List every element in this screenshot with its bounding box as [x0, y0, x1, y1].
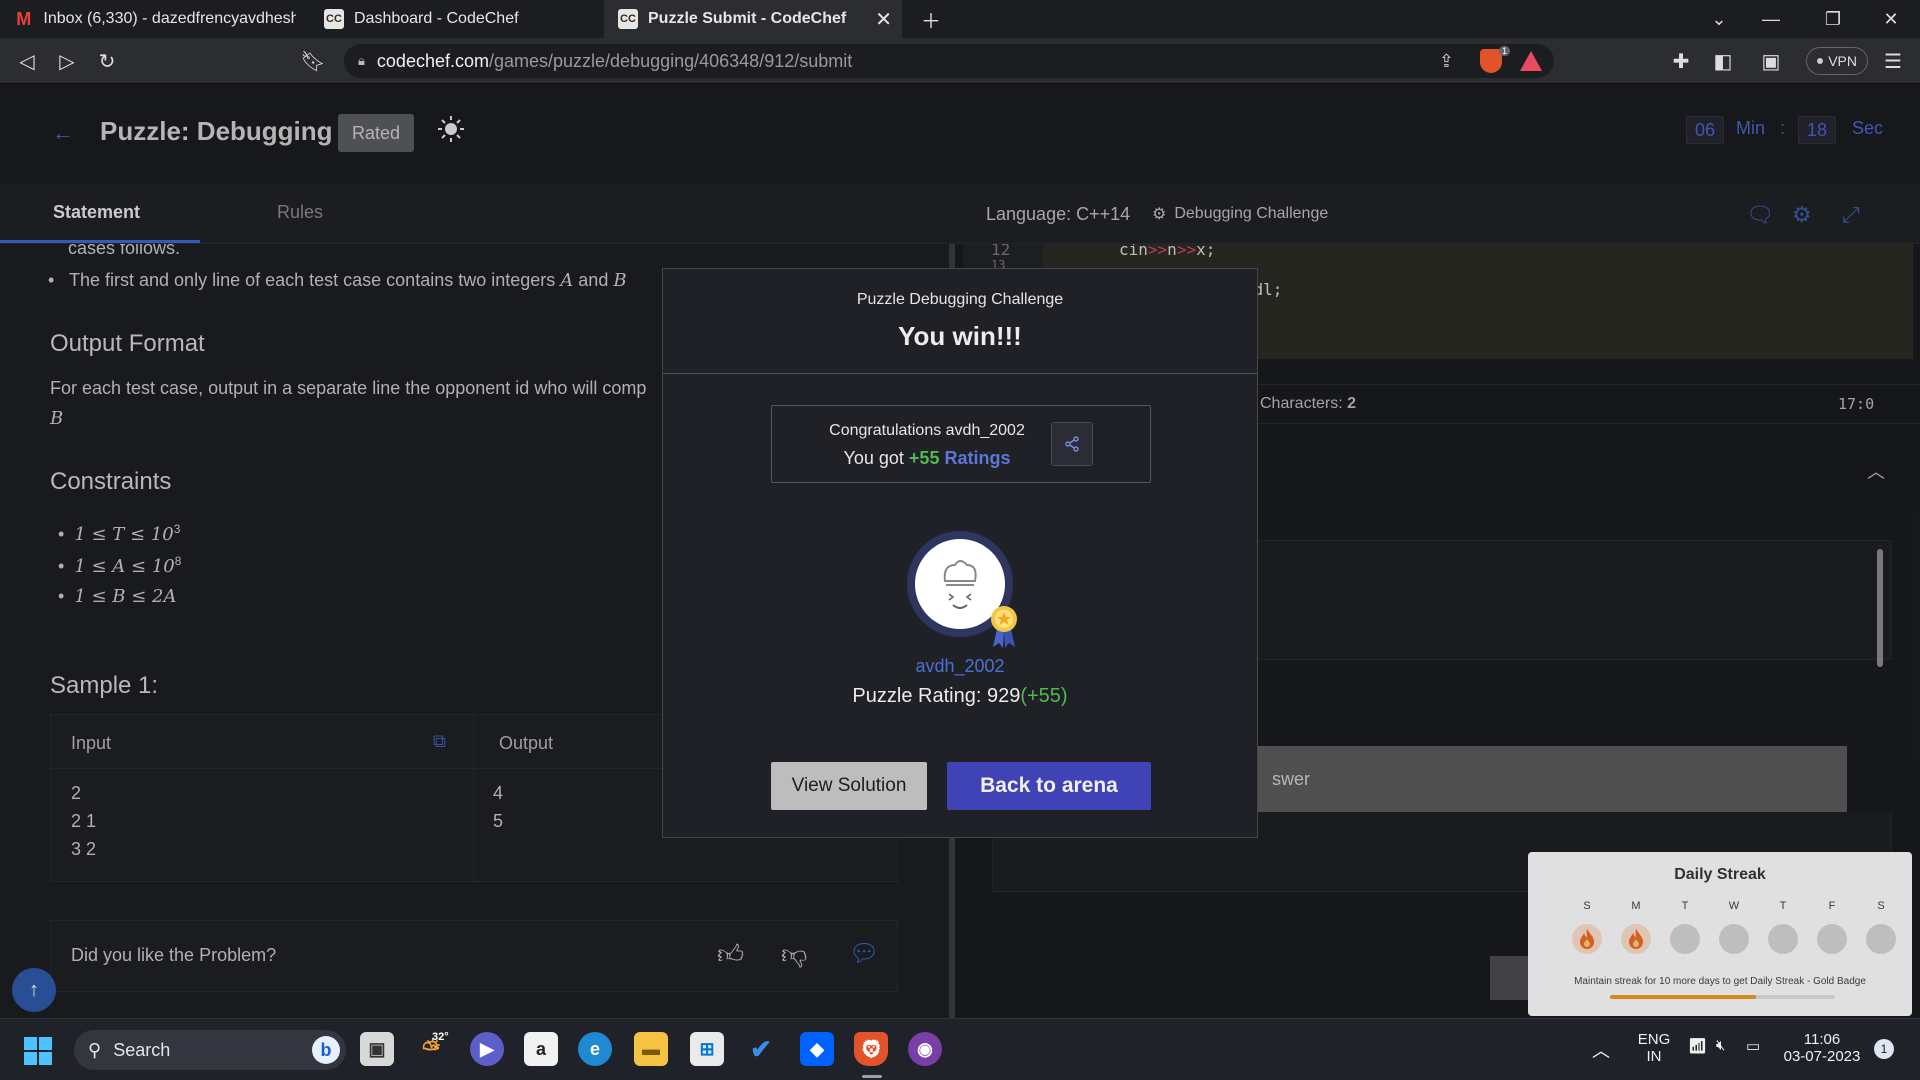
win-modal: Puzzle Debugging Challenge You win!!! Co… [662, 268, 1258, 838]
brave-rewards-icon[interactable] [1520, 51, 1542, 71]
modal-subtitle: Puzzle Debugging Challenge [856, 291, 1064, 308]
search-icon: ⚲ [88, 1039, 102, 1060]
share-page-icon[interactable]: ⇪ [1439, 51, 1454, 72]
vpn-status-dot-icon [1817, 58, 1824, 64]
tab-title: Dashboard - CodeChef [354, 10, 519, 27]
lang-top: ENG [1637, 1031, 1671, 1048]
back-to-arena-button[interactable]: Back to arena [947, 762, 1151, 810]
forward-icon[interactable]: ▷ [52, 46, 82, 76]
puzzle-rating-value: 929 [986, 685, 1021, 707]
brave-browser-icon[interactable]: 🦁︎ [854, 1032, 888, 1066]
rating-gain-value: +55 [908, 448, 940, 468]
browser-toolbar: ◁ ▷ ↻ 🔖︎ 🔒︎ codechef.com /games/puzzle/d… [0, 38, 1920, 84]
lang-bottom: IN [1646, 1048, 1662, 1065]
browser-tab-puzzle-submit[interactable]: CC Puzzle Submit - CodeChef ✕ [604, 0, 902, 38]
back-icon[interactable]: ◁ [12, 46, 42, 76]
modal-divider [663, 373, 1257, 374]
github-desktop-icon[interactable]: ◉ [908, 1032, 942, 1066]
todo-check-icon[interactable]: ✔ [744, 1032, 778, 1066]
puzzle-rating-label: Puzzle Rating: [852, 685, 982, 707]
medal-badge-icon [991, 606, 1017, 648]
amazon-icon[interactable]: a [524, 1032, 558, 1066]
share-button[interactable] [1051, 422, 1093, 466]
reload-icon[interactable]: ↻ [92, 46, 122, 76]
username-link[interactable]: avdh_2002 [663, 656, 1257, 677]
task-view-icon[interactable]: ▣ [360, 1032, 394, 1066]
sidebar-icon[interactable]: ◧ [1708, 46, 1738, 76]
notification-badge[interactable]: 1 [1874, 1039, 1894, 1059]
restore-icon[interactable]: ❐ [1808, 0, 1858, 38]
tab-title: Puzzle Submit - CodeChef [648, 10, 847, 27]
rating-gain-line: You got +55 Ratings [772, 448, 1082, 469]
browser-tab-gmail[interactable]: M Inbox (6,330) - dazedfrencyavdhesh@ [0, 0, 310, 38]
windows-taskbar: ⚲ Search b ▣ ⛅︎ 32° ▶ a e ▬ ⊞ ✔ ◆ 🦁︎ ◉ ︿… [0, 1018, 1920, 1080]
bing-icon[interactable]: b [312, 1036, 340, 1064]
modal-title: You win!!! [898, 321, 1022, 351]
puzzle-rating-delta: (+55) [1020, 685, 1068, 707]
address-bar[interactable]: 🔒︎ codechef.com /games/puzzle/debugging/… [344, 44, 1554, 78]
tab-search-chevron-icon[interactable]: ⌄ [1694, 0, 1744, 38]
you-got-text: You got [843, 448, 904, 468]
gmail-icon: M [16, 8, 32, 29]
extensions-icon[interactable]: ✚ [1666, 46, 1696, 76]
congrats-card: Congratulations avdh_2002 You got +55 Ra… [771, 405, 1151, 483]
volume-muted-icon[interactable]: 🔇︎ [1716, 1037, 1725, 1054]
vpn-button[interactable]: VPN [1806, 47, 1868, 75]
weather-temp: 32° [432, 1031, 449, 1043]
tray-overflow-chevron-icon[interactable]: ︿ [1592, 1037, 1610, 1063]
codechef-favicon-icon: CC [618, 9, 638, 29]
dropbox-icon[interactable]: ◆ [800, 1032, 834, 1066]
clock-time: 11:06 [1803, 1031, 1841, 1048]
clock-date: 03-07-2023 [1783, 1048, 1861, 1065]
file-explorer-icon[interactable]: ▬ [634, 1032, 668, 1066]
url-path: /games/puzzle/debugging/406348/912/submi… [488, 50, 853, 71]
ratings-word: Ratings [944, 448, 1011, 468]
congrats-text: Congratulations avdh_2002 [829, 422, 1025, 439]
taskbar-search[interactable]: ⚲ Search b [74, 1030, 346, 1070]
shield-count-badge: 1 [1498, 46, 1510, 56]
battery-icon[interactable]: ▭ [1746, 1037, 1760, 1055]
wallet-icon[interactable]: ▣ [1756, 46, 1786, 76]
search-placeholder: Search [113, 1039, 171, 1060]
vpn-label: VPN [1828, 53, 1857, 69]
active-app-indicator [862, 1075, 882, 1078]
teams-chat-icon[interactable]: ▶ [470, 1032, 504, 1066]
lock-icon: 🔒︎ [358, 53, 365, 68]
edge-browser-icon[interactable]: e [578, 1032, 612, 1066]
browser-tab-dashboard[interactable]: CC Dashboard - CodeChef [310, 0, 600, 38]
menu-icon[interactable]: ☰ [1878, 46, 1908, 76]
new-tab-button[interactable]: ＋ [916, 4, 946, 34]
bookmark-icon[interactable]: 🔖︎ [298, 46, 328, 76]
clock[interactable]: 11:06 03-07-2023 [1778, 1031, 1866, 1065]
close-window-icon[interactable]: ✕ [1866, 0, 1916, 38]
puzzle-rating: Puzzle Rating: 929(+55) [663, 685, 1257, 708]
share-icon [1065, 436, 1079, 452]
codechef-favicon-icon: CC [324, 9, 344, 29]
close-tab-icon[interactable]: ✕ [875, 7, 892, 32]
url-host: codechef.com [376, 50, 489, 71]
windows-start-icon[interactable] [24, 1037, 52, 1065]
minimize-icon[interactable]: — [1746, 0, 1796, 38]
browser-tab-strip: M Inbox (6,330) - dazedfrencyavdhesh@ CC… [0, 0, 1920, 38]
wifi-icon[interactable]: 📶︎ [1688, 1037, 1707, 1055]
microsoft-store-icon[interactable]: ⊞ [690, 1032, 724, 1066]
view-solution-button[interactable]: View Solution [771, 762, 927, 810]
language-indicator[interactable]: ENG IN [1634, 1031, 1674, 1065]
tab-title: Inbox (6,330) - dazedfrencyavdhesh@ [43, 10, 296, 27]
